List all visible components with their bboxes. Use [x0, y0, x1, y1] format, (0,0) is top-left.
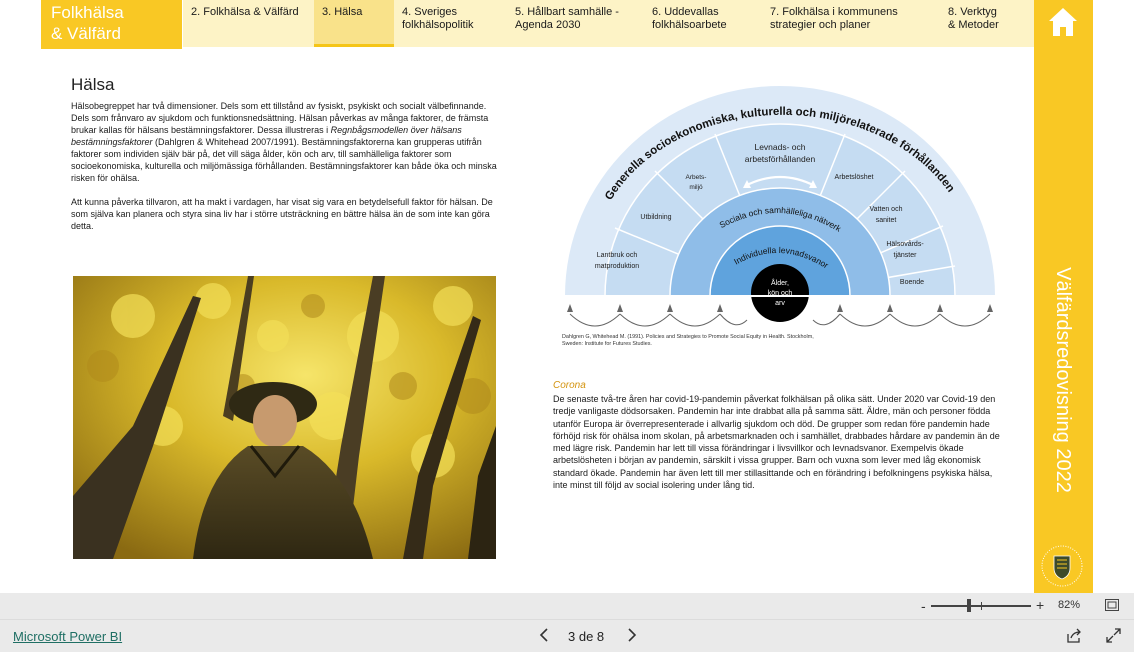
- brand-line-2: & Välfärd: [51, 24, 121, 43]
- core-label-3: arv: [775, 300, 785, 307]
- chevron-left-icon[interactable]: [537, 626, 551, 644]
- intro-text: Hälsobegreppet har två dimensioner. Dels…: [71, 100, 501, 232]
- tab-folkhalsa-valfard[interactable]: 2. Folkhälsa & Välfärd: [183, 0, 314, 47]
- tab-label: strategier och planer: [770, 19, 871, 31]
- intro-paragraph-2: Att kunna påverka tillvaron, att ha makt…: [71, 197, 493, 231]
- core-label-1: Ålder,: [771, 278, 789, 287]
- sector-label: matproduktion: [595, 263, 639, 270]
- tab-label: 2. Folkhälsa & Välfärd: [191, 6, 299, 18]
- brand-line-1: Folkhälsa: [51, 3, 124, 22]
- corona-heading: Corona: [553, 380, 586, 391]
- sector-label: miljö: [689, 184, 703, 191]
- sector-label: tjänster: [894, 252, 918, 259]
- zoom-out-button[interactable]: -: [921, 598, 926, 614]
- tab-folkhalsa-strategier[interactable]: 7. Folkhälsa i kommunens strategier och …: [762, 0, 940, 47]
- fit-to-page-icon[interactable]: [1105, 599, 1119, 611]
- tab-label: folkhälsopolitik: [402, 19, 474, 31]
- zoom-in-button[interactable]: +: [1036, 597, 1044, 613]
- rainbow-model-diagram: Generella socioekonomiska, kulturella oc…: [565, 86, 995, 327]
- tab-verktyg-metoder[interactable]: 8. Verktyg & Metoder: [940, 0, 1034, 47]
- tab-label: 7. Folkhälsa i kommunens: [770, 6, 898, 18]
- tab-hallbart-samhalle[interactable]: 5. Hållbart samhälle - Agenda 2030: [507, 0, 644, 47]
- tab-label: 8. Verktyg: [948, 6, 997, 18]
- brand-logo[interactable]: Folkhälsa & Välfärd: [41, 0, 182, 49]
- tab-label: Agenda 2030: [515, 19, 581, 31]
- share-icon[interactable]: [1066, 628, 1082, 644]
- page-title: Hälsa: [71, 75, 115, 94]
- home-icon[interactable]: [1046, 5, 1080, 39]
- report-canvas: Folkhälsa & Välfärd 2. Folkhälsa & Välfä…: [0, 0, 1134, 593]
- top-label-1: Levnads- och: [754, 142, 805, 152]
- corona-text: De senaste två-tre åren har covid-19-pan…: [553, 394, 1000, 491]
- top-label-2: arbetsförhållanden: [745, 154, 816, 164]
- zoom-slider-thumb[interactable]: [967, 599, 971, 612]
- tab-label: 5. Hållbart samhälle -: [515, 6, 619, 18]
- sector-label: Utbildning: [640, 214, 671, 221]
- zoom-slider-default-mark: [981, 602, 982, 610]
- microsoft-power-bi-link[interactable]: Microsoft Power BI: [13, 629, 122, 644]
- forest-photo: [73, 276, 496, 559]
- sector-label: Hälsovårds-: [886, 240, 924, 248]
- tab-label: 6. Uddevallas: [652, 6, 719, 18]
- tab-halsa[interactable]: 3. Hälsa: [314, 0, 394, 47]
- core-label-2: kön och: [768, 290, 793, 297]
- sector-label: Boende: [900, 279, 924, 286]
- sector-label: sanitet: [876, 217, 897, 224]
- tab-sveriges-folkhalsopolitik[interactable]: 4. Sveriges folkhälsopolitik: [394, 0, 507, 47]
- chevron-right-icon[interactable]: [625, 626, 639, 644]
- sector-label: Arbetslöshet: [835, 174, 874, 181]
- tab-label: 4. Sveriges: [402, 6, 458, 18]
- fullscreen-icon[interactable]: [1106, 628, 1121, 643]
- tab-label: folkhälsoarbete: [652, 19, 727, 31]
- zoom-bar: - + 82%: [0, 593, 1134, 619]
- sector-label: Arbets-: [686, 174, 707, 181]
- intro-paragraph-1: Hälsobegreppet har två dimensioner. Dels…: [71, 100, 501, 184]
- sector-label: Vatten och: [870, 206, 903, 213]
- vertical-title-text: Välfärdsredovisning 2022: [1052, 267, 1074, 493]
- sector-label: Lantbruk och: [597, 252, 638, 259]
- uddevalla-crest-icon: [1041, 545, 1083, 587]
- diagram-credit: Dahlgren G, Whitehead M. (1991). Policie…: [562, 334, 814, 347]
- tab-label: 3. Hälsa: [322, 6, 363, 18]
- tab-label: & Metoder: [948, 19, 999, 31]
- page-indicator: 3 de 8: [568, 629, 605, 644]
- tab-uddevallas-folkhalsoarbete[interactable]: 6. Uddevallas folkhälsoarbete: [644, 0, 762, 47]
- footer-bar: Microsoft Power BI 3 de 8: [0, 619, 1134, 652]
- zoom-percentage: 82%: [1058, 599, 1081, 611]
